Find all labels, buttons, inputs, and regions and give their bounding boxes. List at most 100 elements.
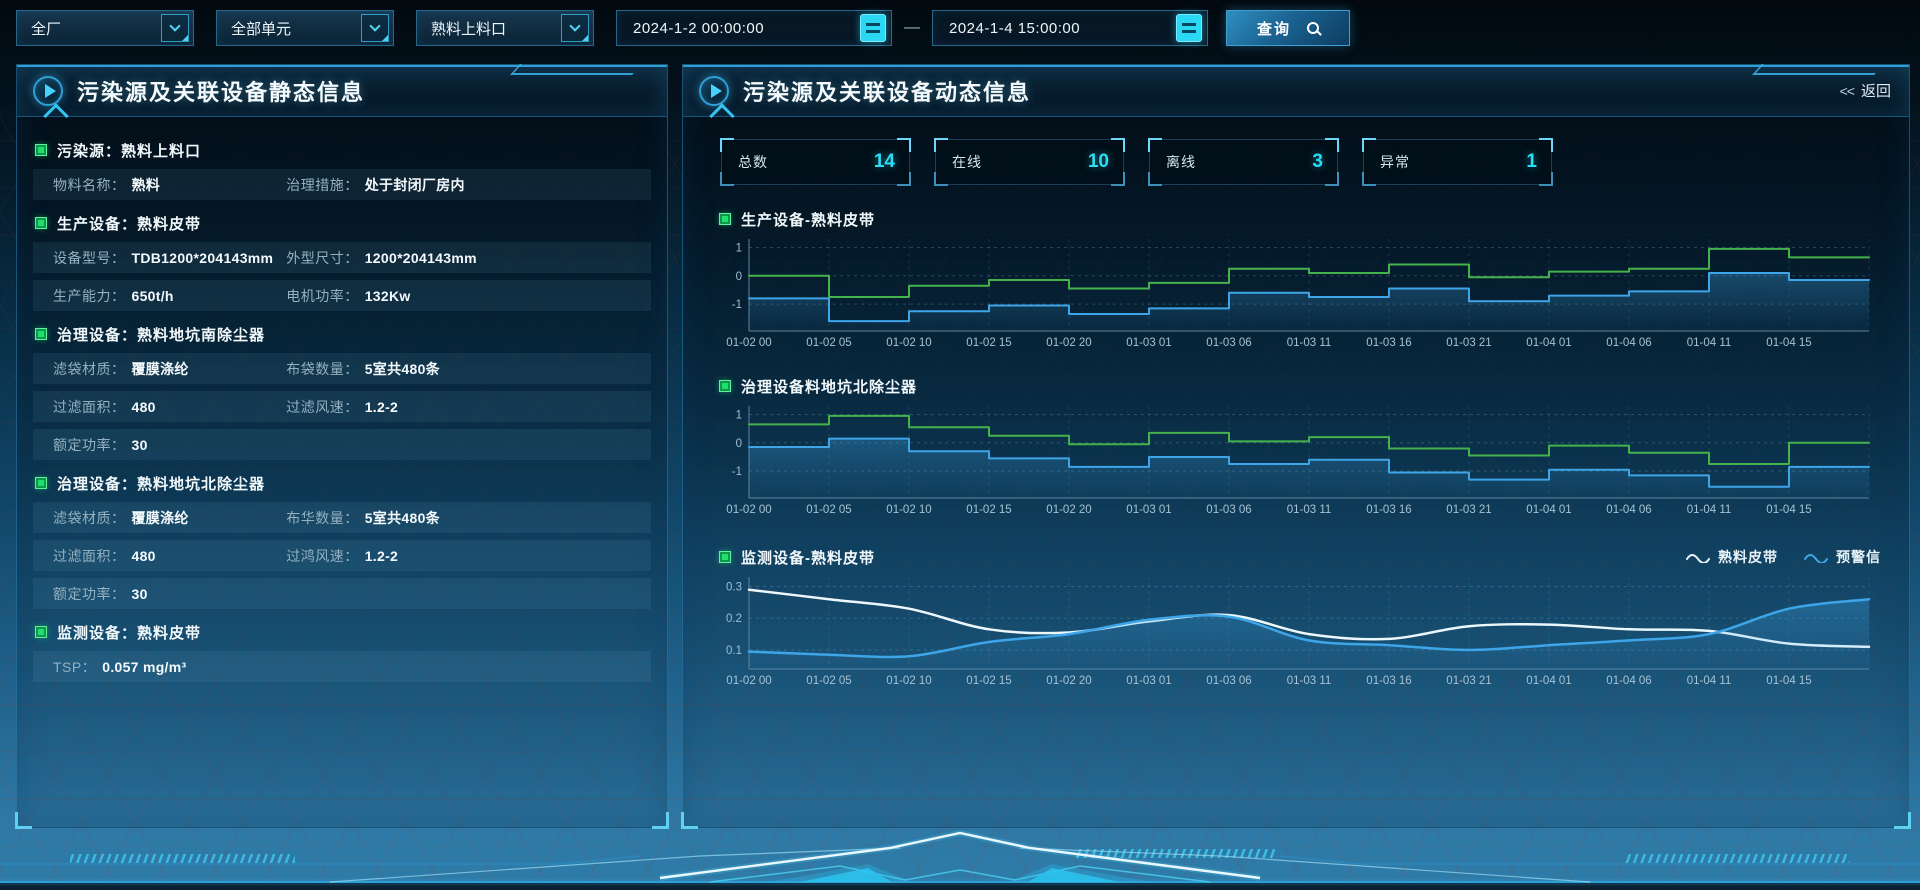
chart-title: 监测设备-熟料皮带熟料皮带预警信 — [719, 545, 1909, 569]
svg-text:-1: -1 — [732, 466, 742, 478]
info-value: 熟料 — [132, 175, 161, 195]
svg-text:01-03 21: 01-03 21 — [1446, 675, 1491, 687]
green-square-icon — [35, 626, 47, 638]
svg-text:01-02 20: 01-02 20 — [1046, 504, 1091, 516]
svg-text:01-04 11: 01-04 11 — [1687, 337, 1732, 349]
info-row: 滤袋材质：覆膜涤纶布袋数量：5室共480条 — [33, 353, 651, 384]
info-cell: 额定功率：30 — [53, 435, 286, 455]
svg-text:01-04 11: 01-04 11 — [1687, 675, 1732, 687]
info-label: 物料名称： — [53, 175, 126, 195]
svg-text:01-04 15: 01-04 15 — [1766, 675, 1811, 687]
stat-value: 1 — [1526, 151, 1551, 173]
back-button[interactable]: << 返回 — [1840, 80, 1891, 101]
info-label: TSP： — [53, 657, 96, 677]
info-label: 电机功率： — [286, 286, 359, 306]
legend-item[interactable]: 预警信 — [1804, 547, 1881, 567]
svg-text:01-04 01: 01-04 01 — [1526, 337, 1571, 349]
start-datetime-value: 2024-1-2 00:00:00 — [617, 20, 860, 37]
svg-text:01-03 16: 01-03 16 — [1366, 504, 1411, 516]
svg-text:01-04 06: 01-04 06 — [1606, 504, 1651, 516]
section-header-label: 监测设备：熟料皮带 — [57, 622, 201, 643]
info-row: 物料名称：熟料治理措施：处于封闭厂房内 — [33, 169, 651, 200]
charts-area: 生产设备-熟料皮带10-101-02 0001-02 0501-02 1001-… — [719, 207, 1909, 694]
chart-title-label: 治理设备料地坑北除尘器 — [741, 376, 917, 397]
info-label: 滤袋材质： — [53, 359, 126, 379]
info-value: 132Kw — [365, 288, 411, 304]
calendar-icon[interactable] — [860, 14, 886, 42]
svg-text:01-04 06: 01-04 06 — [1606, 675, 1651, 687]
legend-item[interactable]: 熟料皮带 — [1686, 547, 1778, 567]
svg-text:01-02 10: 01-02 10 — [886, 337, 931, 349]
info-cell: 设备型号：TDB1200*204143mm — [53, 248, 286, 268]
info-label: 过滤面积： — [53, 397, 126, 417]
query-button-label: 查询 — [1257, 18, 1291, 39]
info-value: 0.057 mg/m³ — [102, 659, 186, 675]
section-header-label: 治理设备：熟料地坑北除尘器 — [57, 473, 265, 494]
svg-text:0.1: 0.1 — [726, 645, 742, 657]
info-cell: 外型尺寸：1200*204143mm — [286, 248, 651, 268]
svg-text:01-02 00: 01-02 00 — [726, 504, 771, 516]
section-header-label: 治理设备：熟料地坑南除尘器 — [57, 324, 265, 345]
info-label: 额定功率： — [53, 584, 126, 604]
info-cell: TSP： 0.057 mg/m³ — [53, 657, 286, 677]
chart-title: 治理设备料地坑北除尘器 — [719, 374, 1909, 398]
info-cell: 过滤面积：480 — [53, 546, 286, 566]
info-cell: 过滤面积： 480 — [53, 397, 286, 417]
svg-text:01-03 16: 01-03 16 — [1366, 337, 1411, 349]
info-label: 布华数量： — [286, 508, 359, 528]
info-value: 处于封闭厂房内 — [365, 175, 465, 195]
info-value: 5室共480条 — [365, 359, 440, 379]
info-row: TSP： 0.057 mg/m³ — [33, 651, 651, 682]
static-panel-title: 污染源及关联设备静态信息 — [77, 75, 365, 107]
section-header: 治理设备：熟料地坑南除尘器 — [35, 318, 651, 350]
end-datetime-input[interactable]: 2024-1-4 15:00:00 — [932, 10, 1208, 46]
chevron-down-icon[interactable] — [361, 14, 389, 42]
static-info-rows: 污染源：熟料上料口物料名称：熟料治理措施：处于封闭厂房内生产设备：熟料皮带设备型… — [17, 117, 667, 682]
query-button[interactable]: 查询 — [1226, 10, 1350, 46]
start-datetime-input[interactable]: 2024-1-2 00:00:00 — [616, 10, 892, 46]
back-label: 返回 — [1861, 80, 1891, 101]
calendar-icon[interactable] — [1176, 14, 1202, 42]
end-datetime-value: 2024-1-4 15:00:00 — [933, 20, 1176, 37]
svg-text:0: 0 — [736, 271, 742, 283]
legend-label: 预警信 — [1836, 547, 1881, 567]
svg-text:01-03 11: 01-03 11 — [1287, 337, 1332, 349]
svg-text:01-03 21: 01-03 21 — [1446, 504, 1491, 516]
svg-text:1: 1 — [736, 242, 742, 254]
info-value: 1.2-2 — [365, 548, 398, 564]
stat-box: 异常1 — [1363, 139, 1552, 185]
stat-box: 总数14 — [721, 139, 910, 185]
chart-block: 生产设备-熟料皮带10-101-02 0001-02 0501-02 1001-… — [719, 207, 1909, 356]
unit-select[interactable]: 全部单元 — [216, 10, 394, 46]
svg-text:01-04 06: 01-04 06 — [1606, 337, 1651, 349]
info-label: 过鸿风速： — [286, 546, 359, 566]
svg-text:01-02 10: 01-02 10 — [886, 675, 931, 687]
info-label: 生产能力： — [53, 286, 126, 306]
info-value: 5室共480条 — [365, 508, 440, 528]
info-cell: 过鸿风速： 1.2-2 — [286, 546, 651, 566]
svg-text:0.2: 0.2 — [726, 613, 742, 625]
info-value: 480 — [132, 548, 156, 564]
section-header: 污染源：熟料上料口 — [35, 134, 651, 166]
svg-text:01-03 16: 01-03 16 — [1366, 675, 1411, 687]
svg-text:01-03 11: 01-03 11 — [1287, 675, 1332, 687]
source-select[interactable]: 熟料上料口 — [416, 10, 594, 46]
green-square-icon — [719, 380, 731, 392]
svg-text:01-04 01: 01-04 01 — [1526, 504, 1571, 516]
chevron-down-icon[interactable] — [561, 14, 589, 42]
search-icon — [1307, 22, 1319, 34]
plant-select[interactable]: 全厂 — [16, 10, 194, 46]
stat-value: 3 — [1312, 151, 1337, 173]
chart-legend: 熟料皮带 预警信 — [1686, 547, 1881, 567]
info-label: 设备型号： — [53, 248, 126, 268]
green-square-icon — [35, 477, 47, 489]
info-cell: 滤袋材质：覆膜涤纶 — [53, 359, 286, 379]
info-cell: 布华数量： 5室共480条 — [286, 508, 651, 528]
green-square-icon — [719, 213, 731, 225]
chart-plot: 0.30.20.101-02 0001-02 0501-02 1001-02 1… — [719, 575, 1875, 689]
info-value: 480 — [132, 399, 156, 415]
info-value: 1200*204143mm — [365, 250, 477, 266]
svg-text:01-02 20: 01-02 20 — [1046, 675, 1091, 687]
info-cell: 物料名称： 熟料 — [53, 175, 286, 195]
chevron-down-icon[interactable] — [161, 14, 189, 42]
